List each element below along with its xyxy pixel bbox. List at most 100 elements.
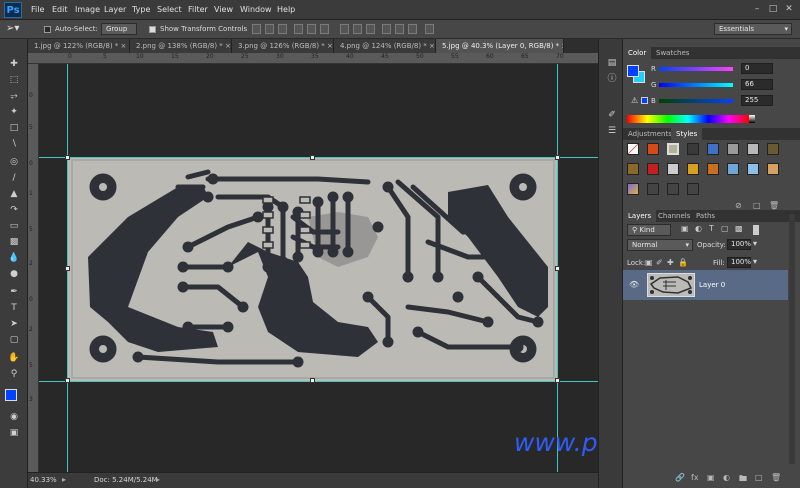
healing-brush-tool-icon[interactable]: ◎ — [7, 156, 21, 168]
brush-panel-icon[interactable]: ✐ — [606, 109, 618, 121]
pen-tool-icon[interactable]: ✒ — [7, 286, 21, 298]
brush-tool-icon[interactable]: ∕ — [7, 172, 21, 184]
align-hcenter-icon[interactable] — [307, 24, 316, 34]
filter-toggle[interactable] — [753, 225, 759, 235]
menu-view[interactable]: View — [214, 5, 233, 14]
eraser-tool-icon[interactable]: ▭ — [7, 220, 21, 232]
opacity-field[interactable]: 100% — [727, 239, 751, 250]
align-bottom-icon[interactable] — [278, 24, 287, 34]
tab-channels[interactable]: Channels — [653, 210, 695, 222]
foreground-color-swatch[interactable] — [5, 389, 17, 401]
layer-name[interactable]: Layer 0 — [699, 281, 725, 289]
transform-handle[interactable] — [310, 155, 315, 160]
crop-tool-icon[interactable]: □ — [7, 122, 21, 134]
menu-select[interactable]: Select — [157, 5, 182, 14]
menu-window[interactable]: Window — [240, 5, 272, 14]
tab-color[interactable]: Color — [623, 47, 652, 59]
layer-row-selected[interactable]: 👁 Layer 0 — [623, 270, 788, 300]
layer-style-icon[interactable]: fx — [691, 473, 699, 482]
color-spectrum-bar[interactable] — [627, 115, 749, 123]
marquee-tool-icon[interactable]: ⬚ — [7, 74, 21, 86]
distribute-left-icon[interactable] — [382, 24, 391, 34]
screen-mode-icon[interactable]: ▣ — [7, 427, 21, 439]
b-slider[interactable] — [659, 99, 733, 103]
filter-smart-object-icon[interactable]: ▩ — [735, 224, 743, 233]
chevron-down-icon[interactable]: ▾ — [753, 257, 757, 266]
document-tab[interactable]: 2.png @ 138% (RGB/8) * × — [130, 39, 232, 53]
show-transform-checkbox[interactable] — [149, 26, 156, 33]
delete-style-icon[interactable]: 🗑 — [769, 201, 779, 210]
tab-layers[interactable]: Layers — [623, 210, 657, 222]
tab-swatches[interactable]: Swatches — [651, 47, 694, 59]
fill-field[interactable]: 100% — [727, 257, 751, 268]
style-swatch[interactable] — [707, 163, 719, 175]
style-swatch[interactable] — [747, 163, 759, 175]
style-swatch[interactable] — [627, 143, 639, 155]
tab-close-icon[interactable]: × — [327, 42, 333, 50]
eye-visibility-icon[interactable]: 👁 — [629, 280, 639, 289]
zoom-tool-icon[interactable]: ⚲ — [7, 368, 21, 380]
transform-handle[interactable] — [555, 155, 560, 160]
style-swatch[interactable] — [667, 163, 679, 175]
document-tab[interactable]: 4.png @ 124% (RGB/8) * × — [334, 39, 436, 53]
distribute-right-icon[interactable] — [408, 24, 417, 34]
workspace-dropdown[interactable]: Essentials ▾ — [714, 23, 792, 35]
close-button[interactable]: ✕ — [784, 4, 794, 14]
zoom-level[interactable]: 40.33% — [30, 476, 57, 484]
dodge-tool-icon[interactable]: ● — [7, 268, 21, 280]
tab-close-icon[interactable]: × — [121, 42, 127, 50]
r-slider[interactable] — [659, 67, 733, 71]
style-swatch[interactable] — [727, 163, 739, 175]
filter-type-icon[interactable]: T — [709, 224, 714, 233]
style-swatch[interactable] — [647, 163, 659, 175]
style-swatch[interactable] — [767, 163, 779, 175]
web-color-swatch[interactable] — [641, 97, 648, 104]
layers-scrollbar[interactable] — [789, 214, 795, 464]
menu-image[interactable]: Image — [75, 5, 100, 14]
adjustment-layer-icon[interactable]: ◐ — [723, 473, 730, 482]
menu-filter[interactable]: Filter — [188, 5, 208, 14]
pcb-image[interactable] — [68, 157, 558, 381]
distribute-hcenter-icon[interactable] — [395, 24, 404, 34]
menu-layer[interactable]: Layer — [104, 5, 126, 14]
new-group-icon[interactable]: 🖿 — [739, 473, 747, 487]
history-panel-icon[interactable]: ▤ — [606, 57, 618, 69]
path-select-tool-icon[interactable]: ➤ — [7, 318, 21, 330]
filter-shape-icon[interactable]: ▢ — [721, 224, 729, 233]
document-tab-active[interactable]: 5.jpg @ 40.3% (Layer 0, RGB/8) * × — [436, 39, 564, 53]
quick-mask-icon[interactable]: ◉ — [7, 411, 21, 423]
type-tool-icon[interactable]: T — [7, 302, 21, 314]
move-tool-preset-icon[interactable]: ➢▾ — [6, 23, 19, 34]
auto-select-checkbox[interactable] — [44, 26, 51, 33]
status-info-icon[interactable]: ▸ — [62, 475, 66, 484]
transform-handle[interactable] — [555, 378, 560, 383]
clear-style-icon[interactable]: ⊘ — [735, 201, 742, 210]
chevron-down-icon[interactable]: ▾ — [753, 239, 757, 248]
delete-layer-icon[interactable]: 🗑 — [771, 473, 781, 482]
lock-transparent-icon[interactable]: ▣ — [645, 258, 653, 267]
transform-handle[interactable] — [310, 378, 315, 383]
style-swatch[interactable] — [687, 163, 699, 175]
style-swatch[interactable] — [687, 183, 699, 195]
document-tab[interactable]: 3.png @ 126% (RGB/8) * × — [232, 39, 334, 53]
filter-pixel-icon[interactable]: ▣ — [681, 224, 689, 233]
quick-select-tool-icon[interactable]: ✦ — [7, 106, 21, 118]
gradient-tool-icon[interactable]: ▩ — [7, 236, 21, 248]
guide-horizontal[interactable] — [39, 381, 598, 382]
color-foreground-swatch[interactable] — [627, 65, 639, 77]
layer-kind-filter[interactable]: ⚲ Kind — [627, 224, 671, 236]
style-swatch[interactable] — [667, 183, 679, 195]
properties-panel-icon[interactable]: ☰ — [606, 125, 618, 137]
transform-handle[interactable] — [65, 155, 70, 160]
new-layer-icon[interactable]: □ — [755, 473, 763, 482]
menu-help[interactable]: Help — [277, 5, 295, 14]
menu-type[interactable]: Type — [132, 5, 150, 14]
style-swatch[interactable] — [687, 143, 699, 155]
align-left-icon[interactable] — [294, 24, 303, 34]
align-right-icon[interactable] — [320, 24, 329, 34]
gamut-warning-icon[interactable]: ⚠ — [631, 96, 638, 105]
style-swatch[interactable] — [747, 143, 759, 155]
move-tool-icon[interactable]: ✚ — [7, 58, 21, 70]
link-layers-icon[interactable]: 🔗 — [675, 473, 685, 482]
blur-tool-icon[interactable]: 💧 — [7, 252, 21, 264]
